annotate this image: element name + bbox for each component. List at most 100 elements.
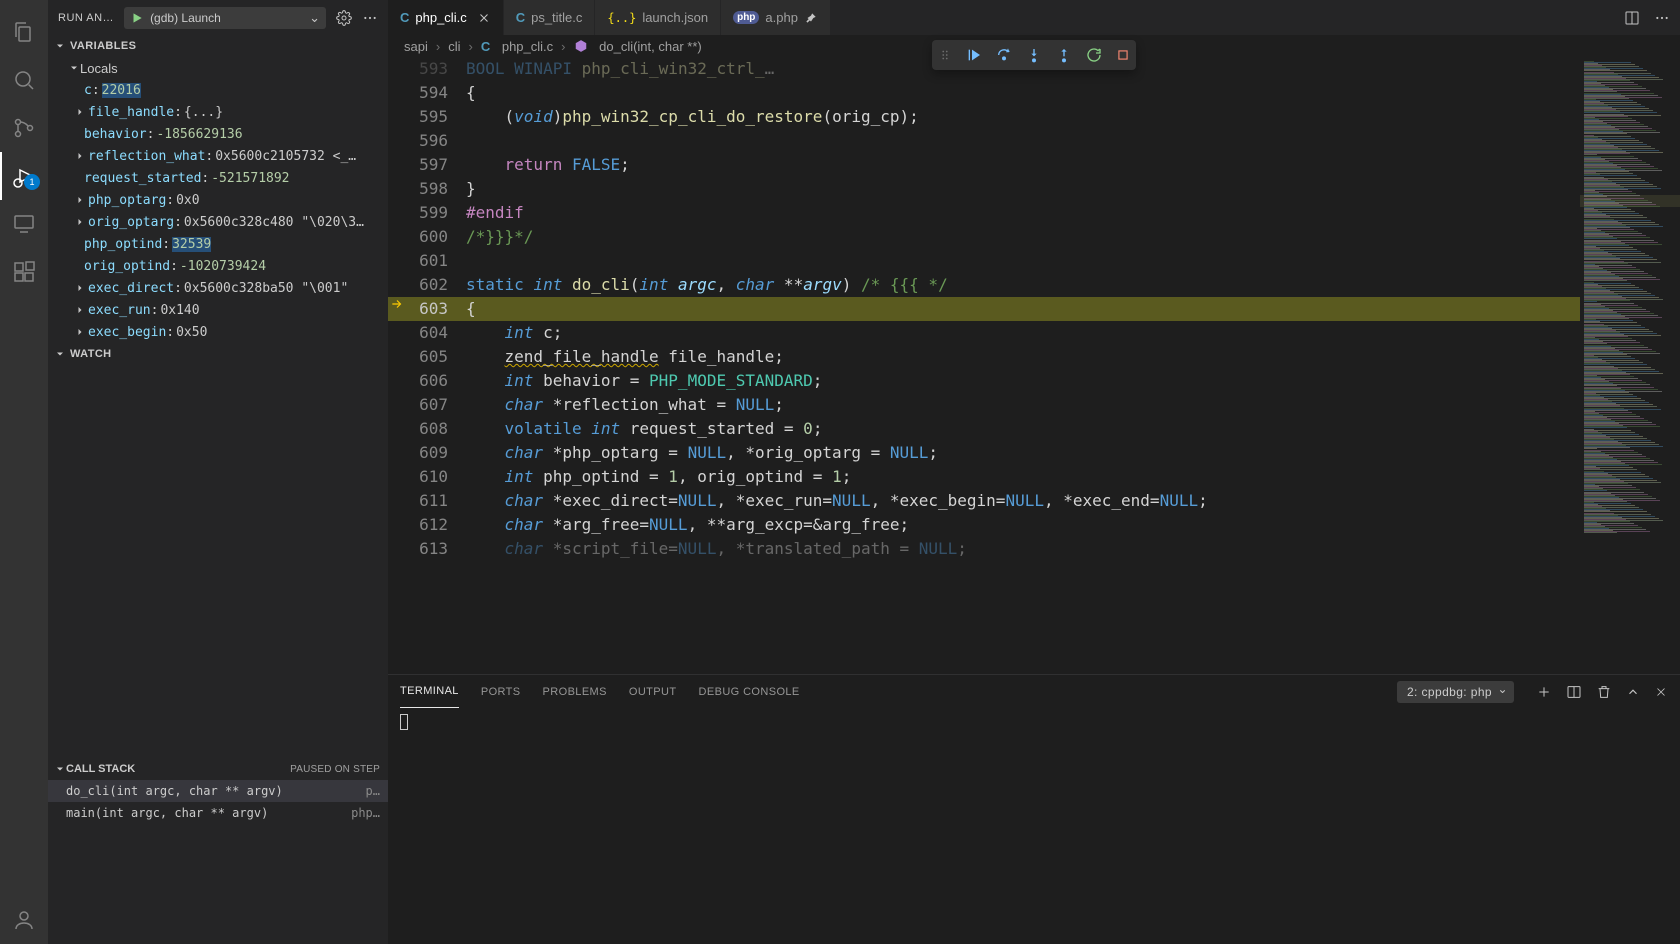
minimap[interactable] [1580, 57, 1680, 674]
code-line[interactable]: 603{ [388, 297, 1580, 321]
activity-remote-icon[interactable] [0, 200, 48, 248]
variable-row[interactable]: behavior: -1856629136 [48, 123, 388, 145]
variable-row[interactable]: orig_optind: -1020739424 [48, 255, 388, 277]
activity-search-icon[interactable] [0, 56, 48, 104]
variable-row[interactable]: request_started: -521571892 [48, 167, 388, 189]
activity-debug-icon[interactable]: 1 [0, 152, 48, 200]
code-line[interactable]: 604 int c; [388, 321, 1580, 345]
activity-extensions-icon[interactable] [0, 248, 48, 296]
activity-account-icon[interactable] [0, 896, 48, 944]
chevron-down-icon [54, 348, 66, 360]
chevron-right-icon [72, 106, 88, 118]
debug-config-dropdown[interactable]: (gdb) Launch ⌄ [124, 7, 326, 29]
continue-button[interactable] [966, 47, 982, 63]
step-into-button[interactable] [1026, 47, 1042, 63]
variable-row[interactable]: exec_direct: 0x5600c328ba50 "\001" [48, 277, 388, 299]
panel-tab-debug-console[interactable]: DEBUG CONSOLE [699, 675, 800, 708]
config-name: (gdb) Launch [150, 11, 303, 25]
watch-label: WATCH [70, 348, 112, 360]
panel-tab-problems[interactable]: PROBLEMS [543, 675, 607, 708]
new-terminal-icon[interactable] [1536, 684, 1552, 700]
terminal-picker[interactable]: 2: cppdbg: php [1397, 681, 1514, 703]
code-line[interactable]: 605 zend_file_handle file_handle; [388, 345, 1580, 369]
activity-scm-icon[interactable] [0, 104, 48, 152]
code-line[interactable]: 602static int do_cli(int argc, char **ar… [388, 273, 1580, 297]
chevron-right-icon [72, 150, 88, 162]
pin-icon[interactable] [804, 11, 818, 25]
variable-row[interactable]: orig_optarg: 0x5600c328c480 "\020\3… [48, 211, 388, 233]
code-line[interactable]: 611 char *exec_direct=NULL, *exec_run=NU… [388, 489, 1580, 513]
locals-label: Locals [80, 61, 118, 76]
code-line[interactable]: 596 [388, 129, 1580, 153]
editor-tab[interactable]: {..}launch.json [595, 0, 721, 35]
step-over-button[interactable] [996, 47, 1012, 63]
split-terminal-icon[interactable] [1566, 684, 1582, 700]
stop-button[interactable] [1116, 48, 1130, 62]
terminal-cursor [400, 714, 408, 730]
start-debug-icon[interactable] [130, 11, 144, 25]
c-file-icon: C [481, 39, 490, 54]
step-out-button[interactable] [1056, 47, 1072, 63]
locals-scope[interactable]: Locals [48, 57, 388, 79]
more-icon[interactable] [1654, 10, 1670, 26]
restart-button[interactable] [1086, 47, 1102, 63]
chevron-down-icon: ⌄ [309, 10, 320, 26]
breadcrumb-item[interactable]: do_cli(int, char **) [574, 39, 702, 54]
code-line[interactable]: 598} [388, 177, 1580, 201]
activity-explorer-icon[interactable] [0, 8, 48, 56]
callstack-frame[interactable]: do_cli(int argc, char ** argv)p… [48, 780, 388, 802]
variable-row[interactable]: reflection_what: 0x5600c2105732 <_… [48, 145, 388, 167]
code-line[interactable]: 608 volatile int request_started = 0; [388, 417, 1580, 441]
panel-tab-ports[interactable]: PORTS [481, 675, 521, 708]
code-line[interactable]: 599#endif [388, 201, 1580, 225]
kill-terminal-icon[interactable] [1596, 684, 1612, 700]
variables-section-header[interactable]: VARIABLES [48, 35, 388, 57]
breadcrumb-item[interactable]: cli [448, 39, 460, 54]
code-line[interactable]: 607 char *reflection_what = NULL; [388, 393, 1580, 417]
variable-row[interactable]: php_optarg: 0x0 [48, 189, 388, 211]
variable-row[interactable]: exec_begin: 0x50 [48, 321, 388, 343]
code-line[interactable]: 606 int behavior = PHP_MODE_STANDARD; [388, 369, 1580, 393]
panel-tab-output[interactable]: OUTPUT [629, 675, 677, 708]
callstack-label: CALL STACK [66, 763, 135, 775]
paused-label: PAUSED ON STEP [290, 764, 380, 775]
split-editor-icon[interactable] [1624, 10, 1640, 26]
editor-tab[interactable]: Cps_title.c [504, 0, 596, 35]
variable-row[interactable]: file_handle: {...} [48, 101, 388, 123]
code-line[interactable]: 595 (void)php_win32_cp_cli_do_restore(or… [388, 105, 1580, 129]
chevron-right-icon [72, 304, 88, 316]
variable-row[interactable]: exec_run: 0x140 [48, 299, 388, 321]
panel-tab-terminal[interactable]: TERMINAL [400, 675, 459, 708]
breadcrumb-item[interactable]: C php_cli.c [481, 39, 553, 54]
code-line[interactable]: 610 int php_optind = 1, orig_optind = 1; [388, 465, 1580, 489]
json-file-icon: {..} [607, 11, 636, 25]
breadcrumb-item[interactable]: sapi [404, 39, 428, 54]
execution-pointer-icon [390, 297, 404, 311]
code-line[interactable]: 600/*}}}*/ [388, 225, 1580, 249]
chevron-right-icon: › [468, 39, 472, 54]
code-line[interactable]: 601 [388, 249, 1580, 273]
code-line[interactable]: 597 return FALSE; [388, 153, 1580, 177]
chevron-right-icon [72, 282, 88, 294]
more-icon[interactable] [362, 10, 378, 26]
c-file-icon: C [516, 10, 525, 25]
terminal-body[interactable] [388, 708, 1680, 944]
c-file-icon: C [400, 10, 409, 25]
code-line[interactable]: 609 char *php_optarg = NULL, *orig_optar… [388, 441, 1580, 465]
code-line[interactable]: 594{ [388, 81, 1580, 105]
watch-section-header[interactable]: WATCH [48, 343, 388, 365]
editor-tab[interactable]: Cphp_cli.c [388, 0, 504, 35]
code-line[interactable]: 613 char *script_file=NULL, *translated_… [388, 537, 1580, 561]
maximize-panel-icon[interactable] [1626, 685, 1640, 699]
code-line[interactable]: 612 char *arg_free=NULL, **arg_excp=&arg… [388, 513, 1580, 537]
drag-handle-icon[interactable] [938, 48, 952, 62]
debug-toolbar[interactable] [932, 40, 1136, 70]
variable-row[interactable]: php_optind: 32539 [48, 233, 388, 255]
gear-icon[interactable] [336, 10, 352, 26]
callstack-frame[interactable]: main(int argc, char ** argv)php… [48, 802, 388, 824]
callstack-section-header[interactable]: CALL STACK PAUSED ON STEP [48, 758, 388, 780]
close-panel-icon[interactable] [1654, 685, 1668, 699]
editor-tab[interactable]: phpa.php [721, 0, 831, 35]
close-tab-icon[interactable] [477, 11, 491, 25]
variable-row[interactable]: c: 22016 [48, 79, 388, 101]
